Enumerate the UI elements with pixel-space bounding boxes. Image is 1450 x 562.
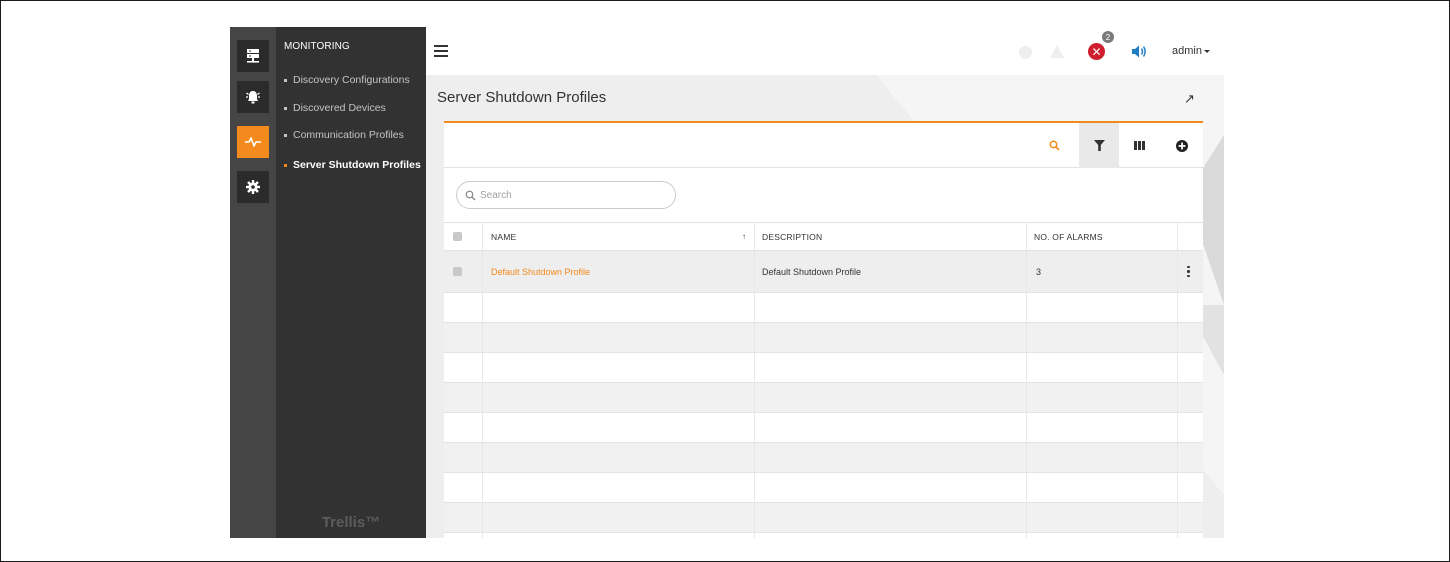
submenu-item-discovered-devices[interactable]: Discovered Devices <box>284 102 386 114</box>
search-field[interactable] <box>456 181 676 209</box>
table-header-row: NAME ↑ DESCRIPTION NO. OF ALARMS <box>444 222 1203 250</box>
icon-rail <box>230 27 276 538</box>
empty-table-row <box>444 292 1203 322</box>
submenu-item-server-shutdown-profiles[interactable]: Server Shutdown Profiles <box>284 159 421 171</box>
error-count-badge: 2 <box>1102 31 1114 43</box>
bullet-icon <box>284 106 287 110</box>
column-header-name[interactable]: NAME <box>491 223 516 250</box>
error-alarm-icon[interactable]: ✕ <box>1088 43 1105 60</box>
speaker-icon[interactable] <box>1131 44 1148 59</box>
submenu-title: MONITORING <box>284 41 350 52</box>
profile-alarm-count: 3 <box>1036 266 1042 277</box>
app-window: MONITORING Discovery Configurations Disc… <box>230 27 1224 538</box>
main-panel: ✕ 2 admin Server Shutdown Profiles ↗ Sea… <box>426 27 1224 538</box>
submenu-item-label: Discovered Devices <box>293 102 386 114</box>
brand-logo: Trellis™ <box>321 514 381 531</box>
user-menu[interactable]: admin <box>1172 45 1202 57</box>
monitoring-pulse-icon[interactable] <box>237 126 269 158</box>
profile-name-link[interactable]: Default Shutdown Profile <box>491 251 590 292</box>
content-area: Server Shutdown Profiles ↗ Search NAME ↑… <box>426 75 1224 538</box>
column-header-alarms[interactable]: NO. OF ALARMS <box>1034 223 1103 250</box>
expand-icon[interactable]: ↗ <box>1184 91 1195 107</box>
empty-table-row <box>444 412 1203 442</box>
table-toolbar <box>444 123 1203 168</box>
submenu-item-discovery-configurations[interactable]: Discovery Configurations <box>284 74 410 86</box>
columns-icon[interactable] <box>1119 123 1159 168</box>
profile-description: Default Shutdown Profile <box>762 266 862 277</box>
row-actions-kebab-icon[interactable] <box>1187 251 1190 292</box>
submenu-item-label: Server Shutdown Profiles <box>293 159 421 171</box>
empty-table-row <box>444 322 1203 352</box>
search-input[interactable] <box>480 189 660 201</box>
add-circle-icon[interactable] <box>1162 123 1202 168</box>
column-header-description[interactable]: DESCRIPTION <box>762 223 822 250</box>
warning-icon[interactable] <box>1050 45 1064 58</box>
empty-table-row <box>444 502 1203 532</box>
empty-table-row <box>444 472 1203 502</box>
chevron-down-icon[interactable] <box>1204 50 1210 53</box>
submenu-item-label: Communication Profiles <box>293 129 404 141</box>
top-bar: ✕ 2 admin <box>426 27 1224 75</box>
sort-ascending-icon[interactable]: ↑ <box>742 223 746 250</box>
search-icon <box>465 190 476 200</box>
row-checkbox[interactable] <box>453 251 462 292</box>
alarm-icon[interactable] <box>237 81 269 113</box>
bullet-icon <box>284 78 287 82</box>
page-title: Server Shutdown Profiles <box>437 89 607 106</box>
empty-table-row <box>444 532 1203 538</box>
empty-table-row <box>444 352 1203 382</box>
server-icon[interactable] <box>237 40 269 72</box>
select-all-checkbox[interactable] <box>453 223 462 250</box>
table-row[interactable]: Default Shutdown Profile Default Shutdow… <box>444 250 1203 292</box>
profiles-card: NAME ↑ DESCRIPTION NO. OF ALARMS Default… <box>444 121 1203 538</box>
search-icon[interactable] <box>1034 123 1074 168</box>
empty-table-row <box>444 382 1203 412</box>
filter-icon[interactable] <box>1079 123 1119 168</box>
submenu-item-label: Discovery Configurations <box>293 74 410 86</box>
info-icon[interactable] <box>1019 46 1032 59</box>
empty-table-row <box>444 442 1203 472</box>
monitoring-submenu: MONITORING Discovery Configurations Disc… <box>276 27 426 538</box>
hamburger-menu-icon[interactable] <box>434 45 448 57</box>
settings-gear-icon[interactable] <box>237 171 269 203</box>
profiles-table: NAME ↑ DESCRIPTION NO. OF ALARMS Default… <box>444 222 1203 538</box>
bullet-icon <box>284 133 287 137</box>
submenu-item-communication-profiles[interactable]: Communication Profiles <box>284 129 404 141</box>
bullet-icon <box>284 163 287 167</box>
